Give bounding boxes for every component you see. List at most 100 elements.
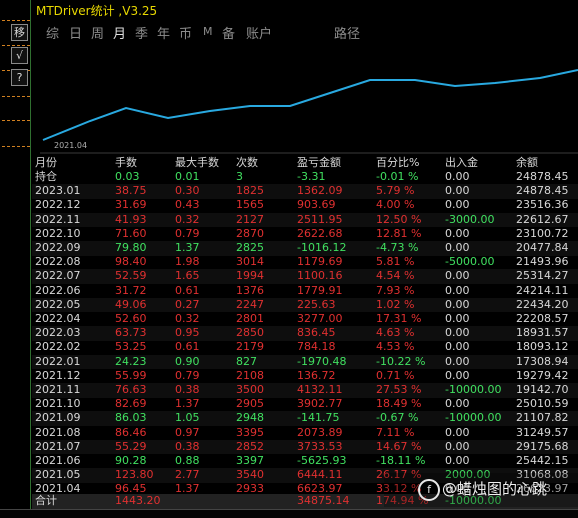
cell-pct: 1.02 %: [376, 297, 415, 311]
cell-month: 持仓: [35, 170, 57, 183]
cell-flow: 0.00: [445, 226, 470, 240]
cell-flow: 0.00: [445, 283, 470, 297]
cell-pnl: 4132.11: [297, 383, 343, 396]
cell-count: 1565: [236, 198, 264, 212]
cell-month: 2022.05: [35, 297, 81, 311]
balance-chart: 2021.04: [40, 41, 578, 154]
cell-max: 0.79: [175, 226, 200, 240]
cell-flow: 0.00: [445, 170, 470, 183]
cell-count: 3397: [236, 454, 264, 467]
tab-day[interactable]: 日: [69, 23, 82, 42]
cell-bal: 24878.45: [516, 184, 569, 198]
cell-count: 2801: [236, 312, 264, 325]
cell-month: 2021.06: [35, 454, 81, 467]
tab-month[interactable]: 月: [113, 23, 126, 42]
table-header: 月份 手数 最大手数 次数 盈亏金额 百分比% 出入金 余额: [32, 156, 578, 171]
table-row: 2021.06 90.28 0.88 3397 -5625.93 -18.11 % 0.00…: [32, 454, 578, 469]
cell-max: 0.95: [175, 326, 200, 340]
cell-lots: 31.69: [115, 198, 147, 212]
cell-flow: 0.00: [445, 326, 470, 340]
cell-month: 2021.11: [35, 383, 81, 396]
cell-flow: -3000.00: [445, 212, 495, 226]
tab-account[interactable]: 账户: [246, 23, 272, 42]
ruler-tick: [2, 146, 30, 147]
cell-flow: 0.00: [445, 340, 470, 354]
table-row: 持仓 0.03 0.01 3 -3.31 -0.01 % 0.00 24878.45: [32, 170, 578, 185]
header-balance: 余额: [516, 156, 538, 169]
header-percent: 百分比%: [376, 156, 420, 169]
tab-overview[interactable]: 综: [46, 23, 59, 42]
ruler-tick: [2, 45, 30, 46]
cell-pnl: -141.75: [297, 411, 340, 425]
cell-pct: 4.53 %: [376, 340, 415, 354]
tab-quarter[interactable]: 季: [135, 23, 148, 42]
cell-pct: 17.31 %: [376, 312, 422, 325]
table-row: 2021.11 76.63 0.38 3500 4132.11 27.53 % -10000…: [32, 383, 578, 398]
weibo-logo-icon: f: [418, 479, 440, 501]
cell-max: 2.77: [175, 468, 200, 482]
cell-lots: 123.80: [115, 468, 154, 482]
help-icon[interactable]: ?: [11, 69, 28, 86]
cell-month: 2022.03: [35, 326, 81, 340]
table-row: 2022.12 31.69 0.43 1565 903.69 4.00 % 0.00 2351…: [32, 198, 578, 213]
cell-max: 0.79: [175, 368, 200, 382]
tab-path[interactable]: 路径: [334, 23, 360, 42]
cell-max: 1.65: [175, 269, 200, 283]
cell-pnl: 903.69: [297, 198, 336, 212]
tab-currency[interactable]: 币: [179, 23, 192, 42]
header-max-lots: 最大手数: [175, 156, 219, 169]
cell-lots: 52.59: [115, 269, 147, 283]
cell-max: 0.27: [175, 297, 200, 311]
cell-bal: 23100.72: [516, 226, 569, 240]
watermark-text: @蜡烛图的心跳: [442, 480, 548, 498]
cell-lots: 76.63: [115, 383, 147, 396]
table-row: 2022.11 41.93 0.32 2127 2511.95 12.50 % -3000.…: [32, 212, 578, 228]
cell-bal: 25010.59: [516, 397, 569, 411]
cell-bal: 24214.11: [516, 283, 569, 297]
cell-pct: 7.93 %: [376, 283, 415, 297]
cell-lots: 86.03: [115, 411, 147, 425]
header-pnl: 盈亏金额: [297, 156, 341, 169]
cell-pnl: 3733.53: [297, 439, 343, 453]
cell-lots: 55.99: [115, 368, 147, 382]
cell-max: 0.32: [175, 312, 200, 325]
cell-count: 3500: [236, 383, 264, 396]
header-lots: 手数: [115, 156, 137, 169]
cell-month: 2022.10: [35, 226, 81, 240]
cell-pnl: 225.63: [297, 297, 336, 311]
balance-line-chart: [40, 69, 578, 154]
cell-flow: -5000.00: [445, 255, 495, 269]
move-icon[interactable]: 移: [11, 24, 28, 41]
cell-bal: 17308.94: [516, 354, 569, 368]
cell-month: 2022.11: [35, 212, 81, 226]
tab-year[interactable]: 年: [157, 23, 170, 42]
tab-m[interactable]: M: [203, 25, 213, 38]
cell-count: 3014: [236, 255, 264, 269]
cell-flow: 0.00: [445, 368, 470, 382]
cell-lots: 98.40: [115, 255, 147, 269]
header-month: 月份: [35, 156, 57, 169]
cell-lots: 52.60: [115, 312, 147, 325]
cell-max: 0.32: [175, 212, 200, 226]
tab-bar: 综 日 周 月 季 年 币 M 备 账户 路径: [32, 22, 578, 42]
table-row: 2021.09 86.03 1.05 2948 -141.75 -0.67 % -10000…: [32, 411, 578, 426]
cell-pnl: 136.72: [297, 368, 336, 382]
cell-flow: 0.00: [445, 297, 470, 311]
cell-flow: -10000.00: [445, 411, 502, 425]
tab-notes[interactable]: 备: [222, 23, 235, 42]
tab-week[interactable]: 周: [91, 23, 104, 42]
cell-pct: -10.22 %: [376, 354, 426, 368]
cell-month: 2022.07: [35, 269, 81, 283]
cell-month: 2021.09: [35, 411, 81, 425]
table-row: 2022.08 98.40 1.98 3014 1179.69 5.81 % -5000.0…: [32, 255, 578, 270]
cell-lots: 86.46: [115, 425, 147, 439]
cell-month: 2022.02: [35, 340, 81, 354]
check-icon[interactable]: √: [11, 47, 28, 64]
cell-max: 1.37: [175, 397, 200, 411]
cell-max: 0.43: [175, 198, 200, 212]
cell-count: 2825: [236, 241, 264, 254]
cell-month: 2023.01: [35, 184, 81, 198]
cell-lots: 71.60: [115, 226, 147, 240]
cell-bal: 24878.45: [516, 170, 569, 183]
cell-pnl: 2622.68: [297, 226, 343, 240]
